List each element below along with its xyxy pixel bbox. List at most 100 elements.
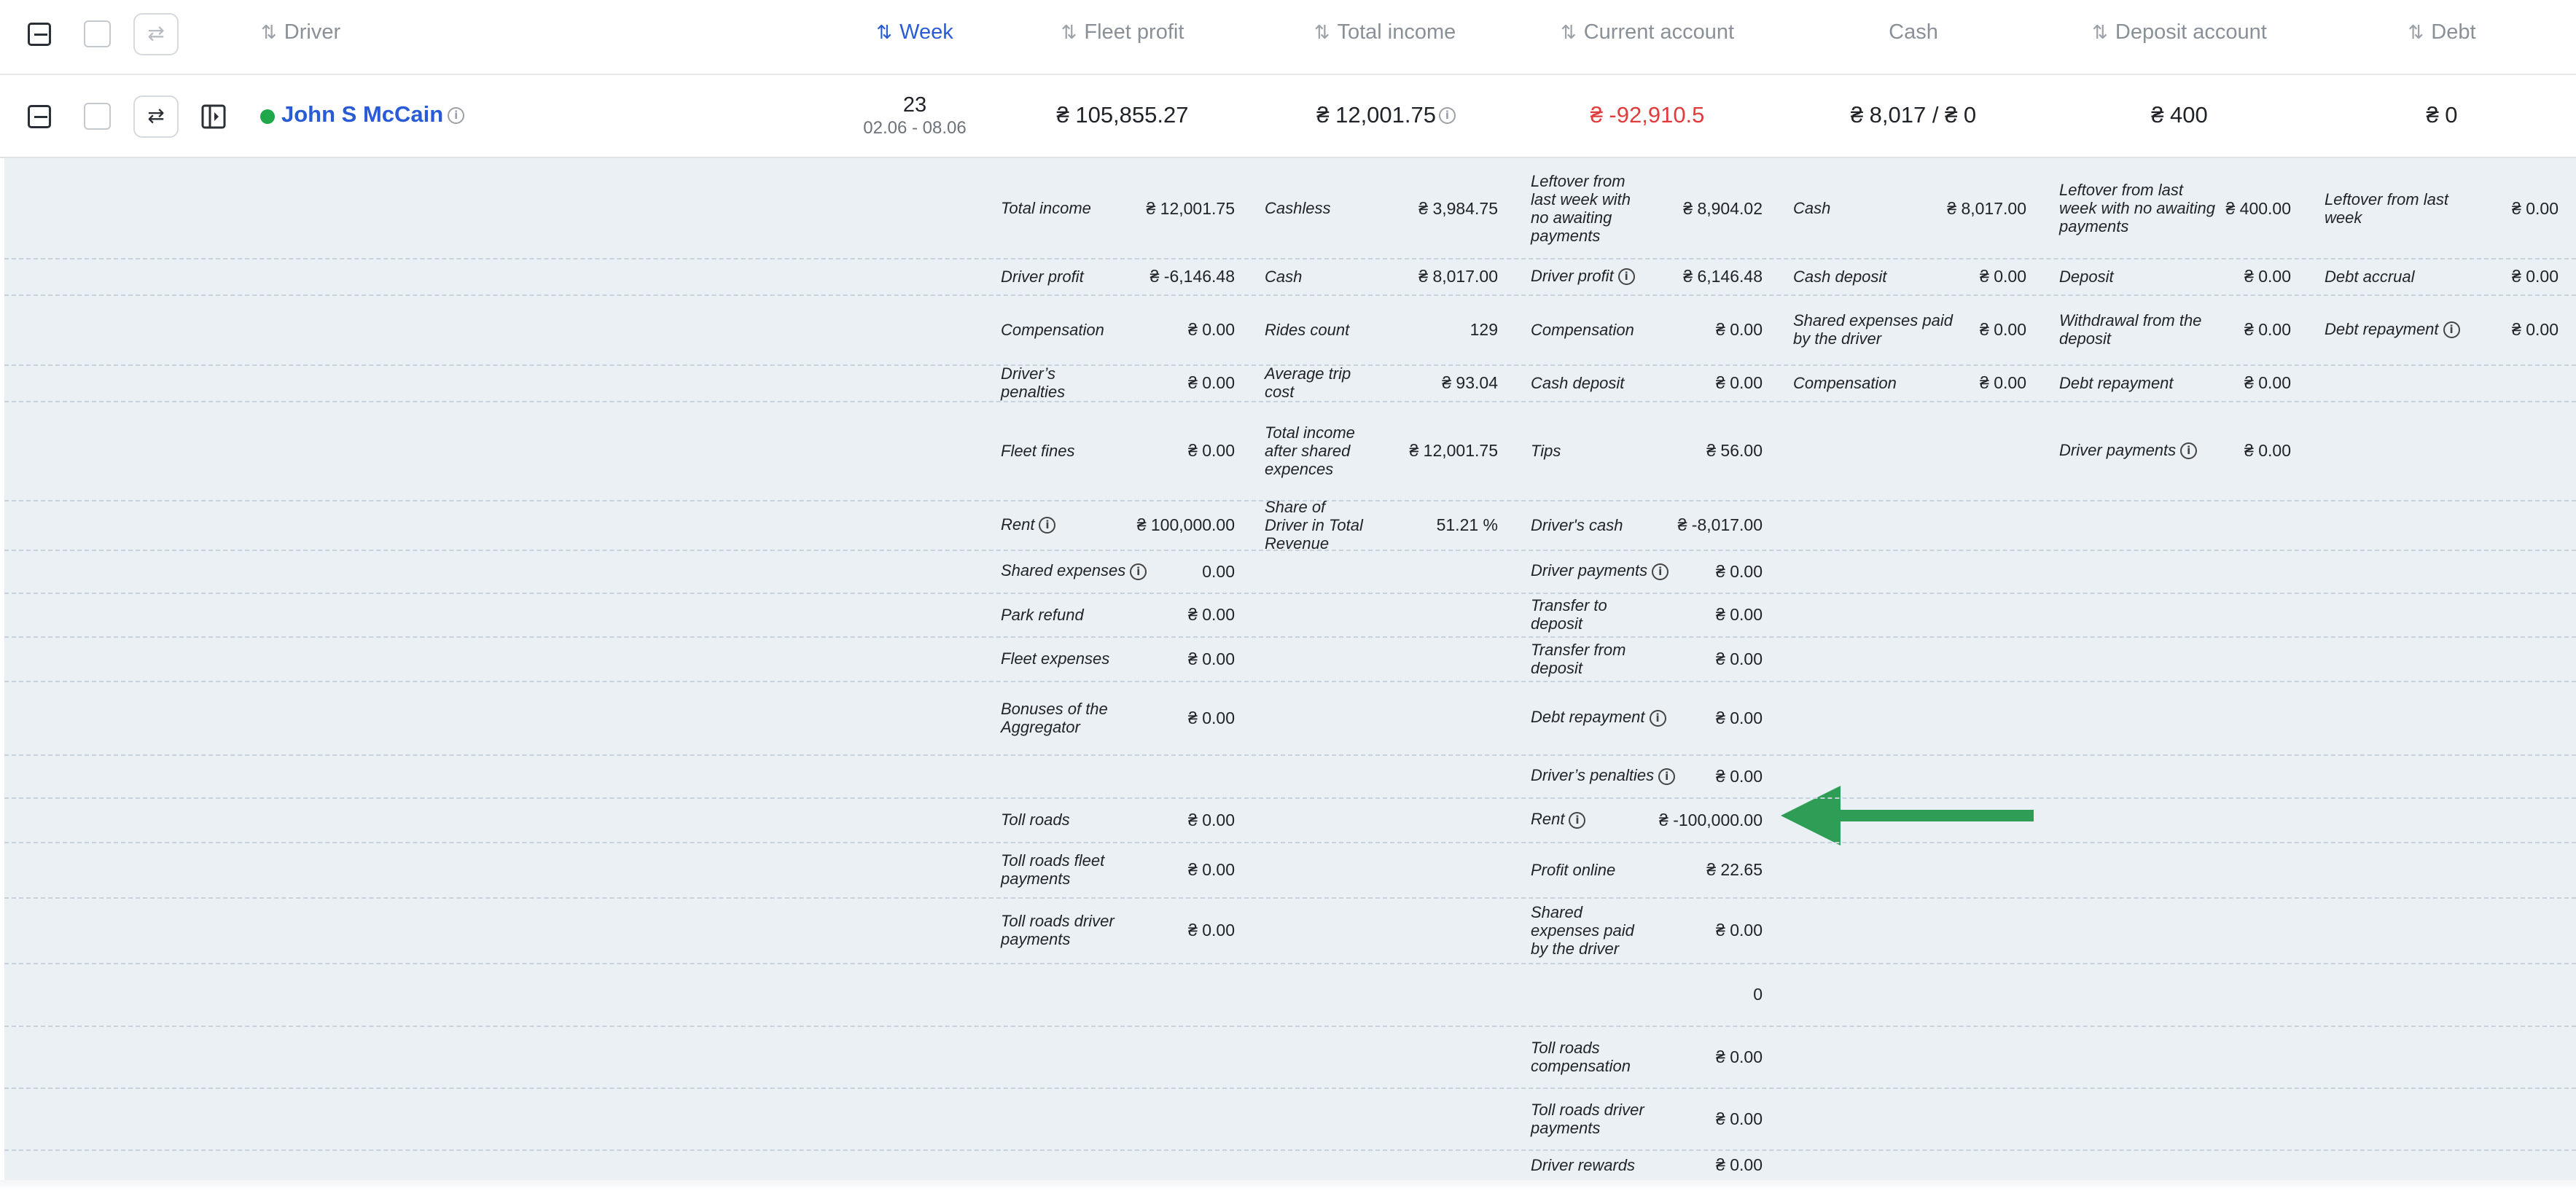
- row-separator: [4, 1026, 2576, 1027]
- detail-value: ₴ 8,017.00: [1947, 198, 2026, 218]
- side-panel-icon[interactable]: [201, 104, 226, 129]
- column-deposit-account[interactable]: ⇅ Deposit account: [2070, 20, 2289, 50]
- row-separator: [4, 1087, 2576, 1089]
- detail-value: ₴ 0.00: [1188, 441, 1235, 460]
- select-all-checkbox[interactable]: [84, 20, 111, 47]
- detail-value: ₴ 0.00: [1716, 921, 1763, 940]
- total-income-value: ₴ 12,001.75: [1290, 102, 1436, 131]
- detail-label-text: Driver’s penalties: [1001, 364, 1066, 401]
- week-number: 23: [902, 93, 927, 117]
- column-deposit-account-label: Deposit account: [2115, 20, 2267, 44]
- row-checkbox[interactable]: [84, 103, 111, 130]
- detail-value: ₴ 0.00: [1188, 708, 1235, 727]
- collapse-row-icon[interactable]: [28, 105, 51, 128]
- detail-value: ₴ 0.00: [1188, 373, 1235, 392]
- detail-value: ₴ 0.00: [1980, 373, 2026, 392]
- column-fleet-profit[interactable]: ⇅ Fleet profit: [1035, 20, 1210, 50]
- row-separator: [4, 593, 2576, 594]
- detail-value: ₴ 56.00: [1706, 441, 1763, 460]
- detail-value: ₴ 0.00: [1716, 1109, 1763, 1128]
- column-debt-label: Debt: [2431, 20, 2476, 44]
- total-income-amount: ₴ 12,001.75: [1316, 102, 1436, 128]
- detail-label-text: Driver profit: [1531, 266, 1614, 285]
- sort-icon: ⇅: [2408, 22, 2424, 44]
- detail-label-text: Fleet fines: [1001, 441, 1075, 460]
- column-week[interactable]: ⇅ Week: [846, 20, 984, 50]
- row-separator: [4, 1149, 2576, 1151]
- detail-value: ₴ 0.00: [2244, 373, 2291, 392]
- sort-icon: ⇅: [1061, 22, 1077, 44]
- detail-value: ₴ 6,146.48: [1683, 267, 1763, 286]
- detail-value: ₴ 400.00: [2225, 198, 2291, 218]
- detail-label-text: Cashless: [1265, 199, 1331, 217]
- detail-value: ₴ 0.00: [1188, 810, 1235, 829]
- column-cash[interactable]: Cash: [1837, 20, 1990, 50]
- detail-value: ₴ 0.00: [1188, 860, 1235, 879]
- week-range: 02.06 - 08.06: [863, 118, 967, 138]
- online-status-dot: [260, 109, 275, 124]
- detail-label-text: Toll roads: [1001, 811, 1070, 829]
- sort-icon: ⇅: [1560, 22, 1577, 44]
- driver-name: John S McCain: [281, 101, 444, 127]
- swap-arrows-icon[interactable]: ⇄: [133, 13, 179, 55]
- detail-value: ₴ 8,904.02: [1683, 198, 1763, 218]
- info-icon[interactable]: i: [1439, 107, 1456, 124]
- detail-value: ₴ 0.00: [1188, 649, 1235, 668]
- detail-value: ₴ 0.00: [2244, 320, 2291, 339]
- row-separator: [4, 681, 2576, 682]
- sort-icon: ⇅: [1314, 22, 1330, 44]
- collapse-all-icon[interactable]: [28, 23, 51, 46]
- column-total-income[interactable]: ⇅ Total income: [1290, 20, 1480, 50]
- column-fleet-profit-label: Fleet profit: [1084, 20, 1184, 44]
- column-total-income-label: Total income: [1337, 20, 1456, 44]
- detail-value: ₴ 0.00: [1716, 708, 1763, 727]
- row-separator: [4, 897, 2576, 899]
- detail-value: ₴ 0.00: [1716, 320, 1763, 339]
- row-separator: [4, 294, 2576, 296]
- detail-value: ₴ 8,017.00: [1418, 267, 1498, 286]
- row-separator: [4, 842, 2576, 843]
- column-debt[interactable]: ⇅ Debt: [2376, 20, 2507, 50]
- detail-value: ₴ 0.00: [1716, 649, 1763, 668]
- detail-label-text: Driver profit: [1001, 267, 1084, 286]
- detail-value: ₴ 0.00: [2512, 267, 2559, 286]
- detail-label-text: Park refund: [1001, 605, 1084, 624]
- column-driver[interactable]: ⇅ Driver: [261, 20, 348, 50]
- fleet-profit-value: ₴ 105,855.27: [1056, 102, 1189, 128]
- current-account-value: ₴ -92,910.5: [1590, 102, 1705, 128]
- column-current-account[interactable]: ⇅ Current account: [1538, 20, 1757, 50]
- detail-value: ₴ 93.04: [1442, 373, 1498, 392]
- detail-value: ₴ 0.00: [1716, 766, 1763, 786]
- table-header: ⇄ ⇅ Driver ⇅ Week ⇅ Fleet profit ⇅ Total inc…: [0, 0, 2576, 75]
- column-week-label: Week: [899, 20, 953, 44]
- detail-value: ₴ 0.00: [1980, 320, 2026, 339]
- detail-value: ₴ 0.00: [1980, 267, 2026, 286]
- detail-label-text: Rides count: [1265, 320, 1350, 339]
- detail-value: ₴ 0.00: [1716, 373, 1763, 392]
- detail-value: ₴ 0.00: [1716, 605, 1763, 624]
- detail-value: ₴ 3,984.75: [1418, 198, 1498, 218]
- row-separator: [4, 258, 2576, 259]
- debt-value: ₴ 0: [2426, 102, 2458, 128]
- row-separator: [4, 754, 2576, 756]
- driver-name-link[interactable]: John S McCain i: [281, 101, 465, 128]
- detail-value: 0: [1753, 985, 1763, 1004]
- swap-arrows-icon[interactable]: ⇄: [133, 95, 179, 138]
- row-separator: [4, 636, 2576, 638]
- detail-value: ₴ 12,001.75: [1146, 198, 1235, 218]
- detail-value: ₴ 12,001.75: [1409, 441, 1498, 460]
- column-current-account-label: Current account: [1583, 20, 1735, 44]
- detail-value: ₴ 0.00: [2512, 198, 2559, 218]
- next-row-edge: [0, 1180, 2576, 1191]
- info-icon[interactable]: i: [1569, 812, 1586, 829]
- detail-value: ₴ 0.00: [2244, 267, 2291, 286]
- detail-value: 0.00: [1202, 561, 1235, 581]
- detail-label-text: Tips: [1531, 441, 1561, 460]
- detail-value: ₴ 0.00: [2244, 441, 2291, 460]
- info-icon[interactable]: i: [1039, 517, 1056, 534]
- info-icon[interactable]: i: [448, 107, 465, 125]
- detail-value: ₴ 0.00: [1188, 605, 1235, 624]
- detail-label-text: Rent: [1001, 515, 1035, 534]
- detail-value: ₴ 0.00: [2512, 320, 2559, 339]
- detail-value: 129: [1470, 320, 1498, 339]
